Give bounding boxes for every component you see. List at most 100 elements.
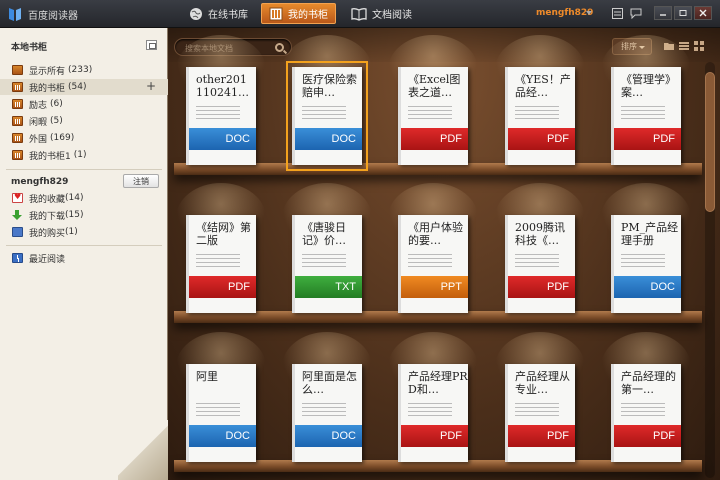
feedback-icon[interactable] [629, 6, 643, 20]
vertical-scrollbar[interactable] [705, 62, 715, 478]
book-title: 《唐骏日记》价… [302, 221, 346, 247]
sidebar-item-label: 显示所有 [29, 66, 66, 77]
book-type-badge: DOC [189, 128, 256, 150]
book-type-badge: PPT [401, 276, 468, 298]
sidebar-item-inspiration[interactable]: 励志 (6) [0, 96, 168, 112]
nav-my-bookshelf[interactable]: 我的书柜 [261, 3, 336, 24]
logout-button[interactable]: 注销 [123, 174, 159, 188]
sidebar-item-foreign[interactable]: 外国 (169) [0, 130, 168, 146]
scrollbar-thumb[interactable] [705, 72, 715, 212]
sidebar-item-my-shelf[interactable]: 我的书柜 (54) + [0, 79, 168, 95]
page-curl-decoration [118, 420, 168, 480]
sidebar-item-count: (15) [65, 210, 84, 220]
book-item[interactable]: PM_产品经理手册 DOC [611, 215, 681, 313]
sidebar-item-my-shelf-1[interactable]: 我的书柜1 (1) [0, 147, 168, 163]
book-item[interactable]: 《Excel图表之道… PDF [398, 67, 468, 165]
book-type-badge: PDF [614, 128, 681, 150]
book-title: 产品经理从专业… [515, 370, 570, 396]
shelf-icon [12, 82, 23, 92]
add-shelf-icon[interactable]: + [146, 80, 156, 92]
app-logo-icon [9, 8, 21, 21]
sidebar-item-count: (1) [73, 150, 87, 160]
grid-view-icon[interactable] [694, 41, 704, 51]
book-item[interactable]: 产品经理的第一… PDF [611, 364, 681, 462]
book-type-badge: PDF [508, 276, 575, 298]
sort-button[interactable]: 排序 [612, 38, 652, 55]
sidebar-item-count: (233) [68, 65, 93, 75]
book-item[interactable]: other201 110241… DOC [186, 67, 256, 165]
book-item[interactable]: 产品经理PRD和… PDF [398, 364, 468, 462]
sidebar-item-recent[interactable]: 最近阅读 [0, 250, 168, 266]
book-item[interactable]: 阿里 DOC [186, 364, 256, 462]
book-title: 医疗保险索赔申… [302, 73, 357, 99]
book-cover-lines [196, 403, 240, 417]
user-menu-caret-icon[interactable] [586, 11, 592, 15]
book-type-badge: DOC [189, 425, 256, 447]
book-item[interactable]: 《结网》第二版 PDF [186, 215, 256, 313]
sidebar-item-all[interactable]: 显示所有 (233) [0, 62, 168, 78]
search-icon[interactable] [275, 43, 284, 52]
book-title: 阿里 [196, 370, 218, 383]
list-view-icon[interactable] [679, 41, 689, 51]
book-item[interactable]: 《用户体验的要… PPT [398, 215, 468, 313]
app-title: 百度阅读器 [28, 11, 78, 22]
book-type-badge: DOC [295, 425, 362, 447]
nav-doc-reading[interactable]: 文档阅读 [344, 3, 419, 24]
nav-online-library-label: 在线书库 [208, 10, 248, 21]
bookshelf-icon [269, 7, 283, 20]
clock-icon [12, 253, 23, 263]
book-item[interactable]: 2009腾讯科技《… PDF [505, 215, 575, 313]
sidebar-item-count: (1) [65, 227, 78, 237]
book-cover-lines [196, 254, 240, 268]
folder-view-icon[interactable] [664, 41, 674, 51]
minimize-button[interactable] [654, 6, 672, 20]
book-title: 《Excel图表之道… [408, 73, 461, 99]
search-input[interactable] [185, 42, 265, 54]
bookshelf-area: 排序 other201 110241… DOC 医疗保险索赔申… DOC 《Excel图… [168, 28, 720, 480]
sidebar-item-leisure[interactable]: 闲暇 (5) [0, 113, 168, 129]
book-cover-lines [302, 106, 346, 120]
book-item[interactable]: 《YES！产品经… PDF [505, 67, 575, 165]
close-button[interactable] [694, 6, 712, 20]
book-cover-lines [515, 254, 559, 268]
divider [6, 169, 162, 170]
sidebar-item-count: (169) [50, 133, 75, 143]
book-item[interactable]: 《管理学》案… PDF [611, 67, 681, 165]
book-cover-lines [515, 106, 559, 120]
nav-doc-reading-label: 文档阅读 [372, 10, 412, 21]
book-type-badge: TXT [295, 276, 362, 298]
book-type-badge: PDF [614, 425, 681, 447]
maximize-button[interactable] [674, 6, 692, 20]
book-item[interactable]: 医疗保险索赔申… DOC [286, 61, 368, 171]
book-item[interactable]: 产品经理从专业… PDF [505, 364, 575, 462]
shopping-bag-icon [12, 227, 23, 237]
manage-shelf-icon[interactable] [146, 40, 157, 50]
book-title: 《YES！产品经… [515, 73, 571, 99]
book-cover-lines [302, 403, 346, 417]
local-shelf-header: 本地书柜 [0, 36, 168, 56]
book-type-badge: PDF [401, 128, 468, 150]
sidebar-item-favorites[interactable]: 我的收藏 (14) [0, 190, 168, 206]
nav-online-library[interactable]: 在线书库 [182, 3, 255, 24]
sidebar-item-label: 我的书柜 [29, 83, 66, 94]
book-type-badge: PDF [401, 425, 468, 447]
book-item[interactable]: 《唐骏日记》价… TXT [292, 215, 362, 313]
username[interactable]: mengfh829 [536, 8, 593, 18]
sidebar: 本地书柜 显示所有 (233) 我的书柜 (54) + 励志 (6) 闲暇 (5… [0, 28, 168, 480]
sidebar-item-downloads[interactable]: 我的下载 (15) [0, 207, 168, 223]
globe-icon [190, 7, 202, 20]
sidebar-item-purchases[interactable]: 我的购买 (1) [0, 224, 168, 240]
book-cover-lines [408, 403, 452, 417]
book-title: 《结网》第二版 [196, 221, 251, 247]
sidebar-item-label: 励志 [29, 100, 48, 111]
menu-icon[interactable] [610, 6, 624, 20]
sidebar-item-label: 我的下载 [29, 211, 66, 222]
shelf-icon [12, 150, 23, 160]
book-item[interactable]: 阿里面是怎么… DOC [292, 364, 362, 462]
sidebar-item-count: (14) [65, 193, 84, 203]
sidebar-item-count: (54) [68, 82, 87, 92]
book-title: 《用户体验的要… [408, 221, 463, 247]
search-box [174, 38, 292, 56]
nav-my-bookshelf-label: 我的书柜 [288, 10, 328, 21]
sidebar-item-label: 闲暇 [29, 117, 48, 128]
